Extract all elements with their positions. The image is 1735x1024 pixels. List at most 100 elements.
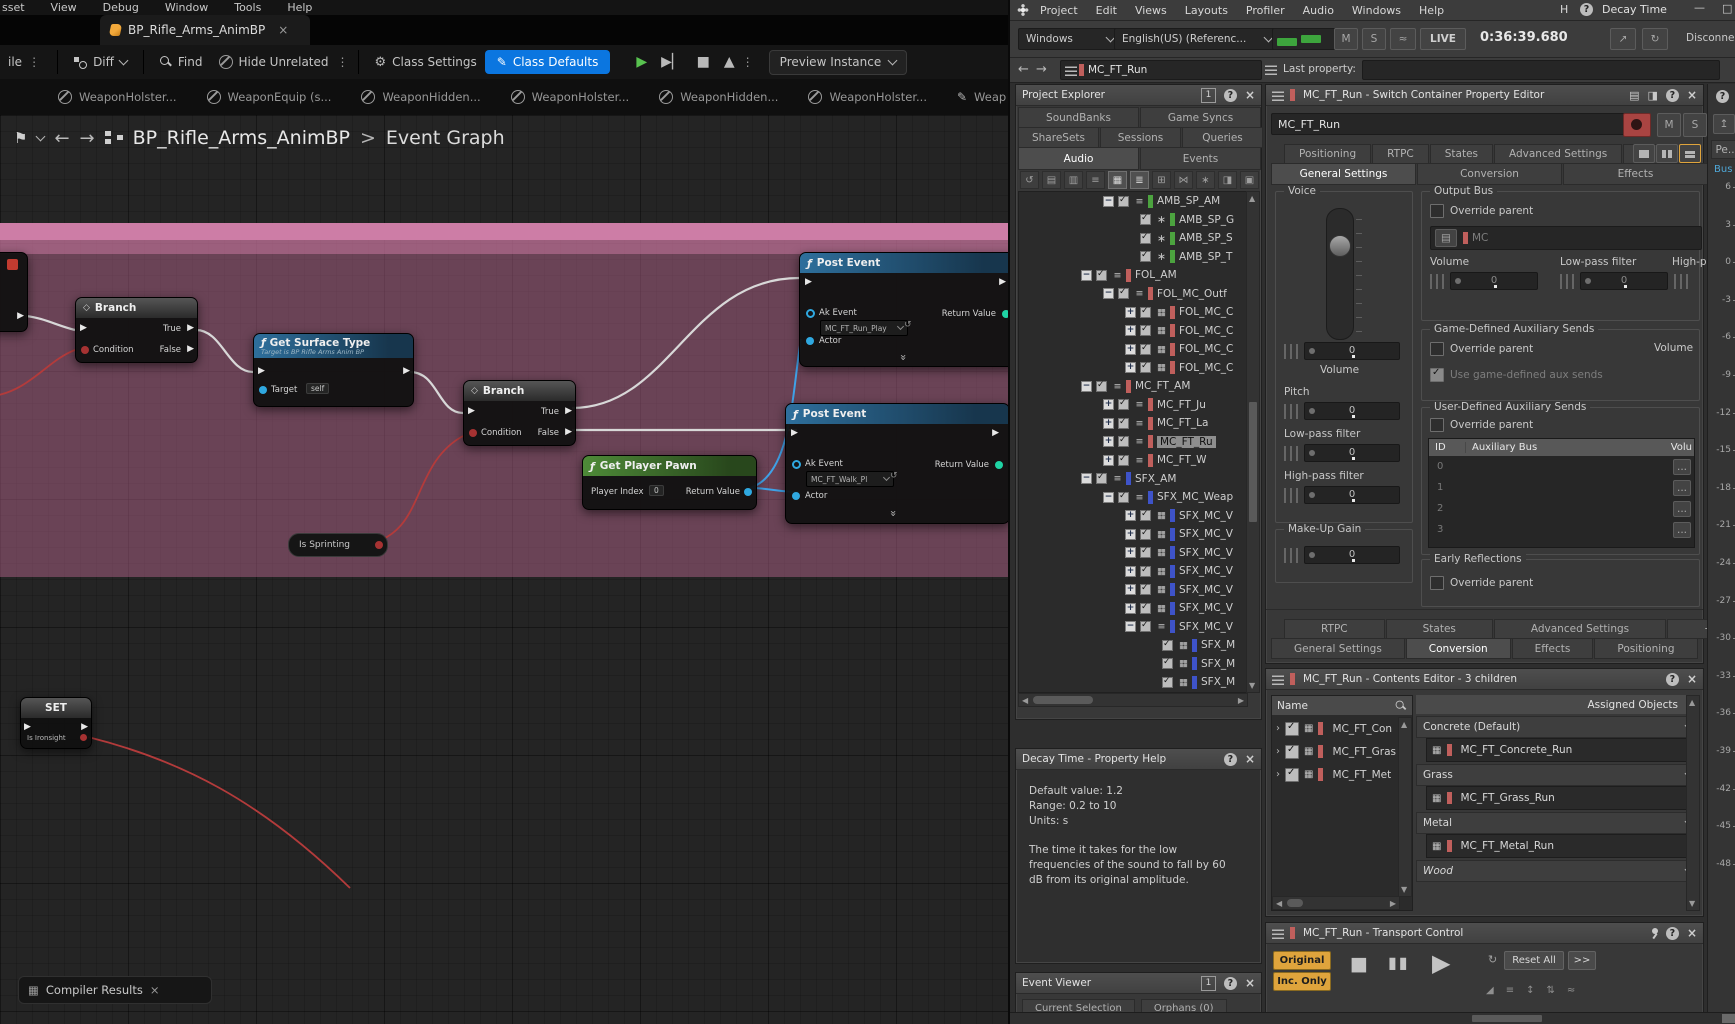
tab[interactable]: ShareSets [1018,127,1099,148]
contents-editor-titlebar[interactable]: MC_FT_Run - Contents Editor - 3 children… [1266,669,1703,690]
ak-event-dropdown[interactable]: MC_FT_Walk_Pl [806,471,894,487]
tree-item[interactable]: − FOL_MC_Outf [1019,285,1247,304]
compiler-results-tab[interactable]: ▦ Compiler Results × [18,976,212,1004]
loop-icon[interactable]: ↻ [1488,953,1497,966]
contents-hscrollbar[interactable]: ◀ ▶ [1272,896,1400,910]
reset-to-default-icon[interactable]: ↺ [904,320,912,330]
close-icon[interactable]: × [1687,672,1697,686]
forward-arrow-icon[interactable]: → [80,128,95,149]
sync-icon[interactable]: ↻ [1642,28,1668,50]
checkbox[interactable] [1140,510,1151,521]
play-button[interactable]: ▶ [1432,949,1450,977]
get-surface-type-node[interactable]: ƒ Get Surface Type Target is BP Rifle Ar… [253,333,414,407]
name-column-header[interactable]: Name [1272,696,1412,715]
tree-item[interactable]: − AMB_SP_AM [1019,192,1247,211]
eject-button[interactable]: ▲ [724,54,735,70]
checkbox[interactable] [1140,325,1151,336]
tree-hscrollbar[interactable]: ◀ ▶ [1018,693,1248,707]
checkbox[interactable] [1096,473,1107,484]
pitch-value[interactable]: 0 [1304,402,1400,420]
tab[interactable]: Events [1140,147,1261,170]
checkbox[interactable] [1140,233,1151,244]
search-icon[interactable] [1396,700,1407,711]
tab[interactable]: Positioning [1594,638,1697,659]
tab[interactable]: RTPC [1284,619,1385,639]
expand-arrow-icon[interactable]: › [1276,746,1280,757]
checkbox[interactable] [1162,658,1173,669]
solo-button[interactable]: S [1362,28,1386,50]
expander-icon[interactable]: + [1125,510,1136,521]
menu-item[interactable]: Windows [1352,4,1401,17]
toolbar-icon[interactable]: ≣ [1130,171,1149,189]
checkbox[interactable] [1140,251,1151,262]
ak-event-dropdown[interactable]: MC_FT_Run_Play [820,320,908,336]
checkbox[interactable] [1140,547,1151,558]
current-object-field[interactable]: MC_FT_Run [1060,60,1262,80]
expander-icon[interactable]: − [1081,473,1092,484]
play-button[interactable]: ▶ [636,54,647,70]
checkbox[interactable] [1118,418,1129,429]
override-parent-row[interactable]: Override parent [1430,418,1533,432]
contents-vscrollbar[interactable]: ▲ ▼ [1398,717,1412,897]
original-toggle[interactable]: Original [1273,951,1331,970]
menu-item[interactable]: Help [1419,4,1444,17]
checkbox[interactable] [1118,436,1129,447]
aux-row[interactable]: 1 ... [1429,477,1694,498]
toolbar-icon[interactable]: ↺ [1020,171,1039,189]
help-icon[interactable]: ? [1666,927,1679,940]
tree-item[interactable]: SFX_M [1019,655,1247,674]
save-icon[interactable]: ◨ [1648,89,1658,102]
aux-row[interactable]: 0 ... [1429,456,1694,477]
tab[interactable]: SoundBanks [1018,107,1139,128]
find-button[interactable]: Find [152,55,211,69]
toolbar-icon[interactable]: ▥ [1064,171,1083,189]
expander-icon[interactable]: + [1125,566,1136,577]
output-bus-field[interactable]: ▤ MC [1430,226,1702,250]
exec-in-pin[interactable]: ▶ [805,277,812,287]
volume-slider-handle[interactable] [1329,235,1351,257]
exec-in-pin[interactable]: ▶ [80,323,87,333]
expand-node-icon[interactable]: » [897,354,910,361]
mute-button[interactable]: M [1334,28,1358,50]
live-button[interactable]: LIVE [1420,28,1466,50]
is-sprinting-variable-node[interactable]: Is Sprinting [288,533,388,557]
close-tab-icon[interactable]: × [278,23,288,37]
expander-icon[interactable]: + [1103,418,1114,429]
expander-icon[interactable]: + [1125,362,1136,373]
help-icon[interactable]: ? [1224,977,1237,990]
disconnect-label[interactable]: Disconnec [1686,32,1735,44]
checkbox[interactable] [1118,492,1129,503]
tree-item[interactable]: − SFX_MC_V [1019,618,1247,637]
menu-item[interactable]: Help [287,1,312,14]
checkbox[interactable] [1096,381,1107,392]
assigned-object-row[interactable]: ▦MC_FT_Concrete_Run [1426,738,1690,762]
true-exec-pin[interactable]: ▶ [187,323,194,333]
highpass-value[interactable]: 0 [1304,486,1400,504]
condition-pin[interactable] [81,346,89,354]
menu-item[interactable]: Edit [1096,4,1117,17]
hide-unrelated-options-icon[interactable]: ⋮ [337,55,350,69]
tab[interactable]: Conversion [1417,163,1562,185]
exec-out-pin[interactable]: ▶ [999,277,1006,287]
menu-item[interactable]: View [51,1,77,14]
maximize-icon[interactable]: □ [1722,2,1732,15]
exec-out-pin[interactable]: ▶ [81,722,88,732]
event-graph-canvas[interactable]: ⚑ ← → BP_Rifle_Arms_AnimBP > Event Graph [0,115,1008,1024]
close-icon[interactable]: × [1245,88,1255,102]
menu-item[interactable]: Tools [234,1,261,14]
assigned-vscrollbar[interactable]: ▲ ▼ [1686,695,1700,911]
transport-mini-icon[interactable]: ≡ [1506,985,1514,996]
help-icon[interactable]: ? [1666,673,1679,686]
contents-row[interactable]: › ▦ MC_FT_Met [1272,763,1412,786]
target-pin[interactable] [259,386,267,394]
cut-node[interactable]: ▶ [0,252,28,332]
tree-item[interactable]: AMB_SP_T [1019,248,1247,267]
menu-item[interactable]: Window [165,1,208,14]
comment-box-header[interactable] [0,223,1008,240]
tab[interactable]: Conversion [1406,638,1511,659]
class-defaults-button[interactable]: ✎Class Defaults [485,50,611,74]
transport-mini-icon[interactable]: ◢ [1486,985,1494,996]
solo-button[interactable]: S [1683,113,1707,137]
checkbox[interactable] [1140,603,1151,614]
help-icon[interactable]: ? [1580,3,1593,16]
